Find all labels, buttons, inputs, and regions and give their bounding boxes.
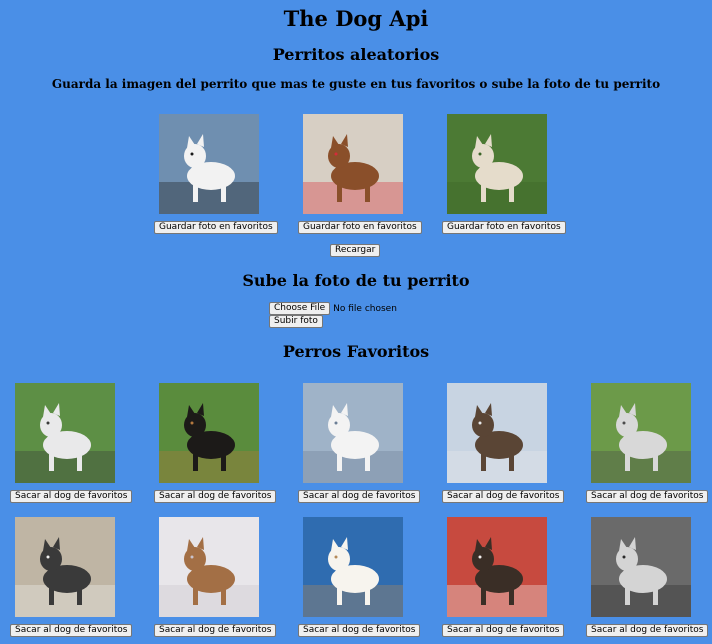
favorite-dog-card: Sacar al dog de favoritos <box>442 517 565 637</box>
dog-photo-dog-running-snow <box>159 517 259 617</box>
dog-photo-black-fluffy-dog <box>159 383 259 483</box>
dog-photo-samoyed-sky <box>303 517 403 617</box>
remove-favorite-button[interactable]: Sacar al dog de favoritos <box>154 624 277 637</box>
remove-favorite-button[interactable]: Sacar al dog de favoritos <box>10 624 133 637</box>
dog-photo-husky-lying-floor <box>15 517 115 617</box>
save-favorite-button[interactable]: Guardar foto en favoritos <box>298 221 422 234</box>
dog-photo-border-collie-agility <box>303 114 403 214</box>
dog-photo-setter-mountains <box>159 114 259 214</box>
dog-photo <box>303 114 403 214</box>
dog-photo <box>159 383 259 483</box>
page-title: The Dog Api <box>283 6 429 31</box>
dog-photo-husky-standing <box>591 383 691 483</box>
upload-form: Choose File No file chosen Subir foto <box>269 302 397 328</box>
favorite-dog-card: Sacar al dog de favoritos <box>10 383 133 503</box>
dog-photo-malamute-snow <box>447 383 547 483</box>
save-favorite-button[interactable]: Guardar foto en favoritos <box>442 221 566 234</box>
favorite-dog-card: Sacar al dog de favoritos <box>10 517 133 637</box>
favorites-heading: Perros Favoritos <box>282 342 430 361</box>
favorite-dog-card: Sacar al dog de favoritos <box>154 383 277 503</box>
dog-photo-pitbull-bw <box>591 517 691 617</box>
remove-favorite-button[interactable]: Sacar al dog de favoritos <box>154 490 277 503</box>
remove-favorite-button[interactable]: Sacar al dog de favoritos <box>442 624 565 637</box>
dog-photo-cream-dog-grass <box>447 114 547 214</box>
dog-photo-border-collie-sign <box>447 517 547 617</box>
dog-photo-white-dog-snow <box>303 383 403 483</box>
remove-favorite-button[interactable]: Sacar al dog de favoritos <box>586 624 709 637</box>
page-description: Guarda la imagen del perrito que mas te … <box>51 77 661 91</box>
favorite-dog-card: Sacar al dog de favoritos <box>298 517 421 637</box>
favorite-dog-card: Sacar al dog de favoritos <box>586 517 709 637</box>
favorite-dog-card: Sacar al dog de favoritos <box>298 383 421 503</box>
favorite-dog-card: Sacar al dog de favoritos <box>442 383 565 503</box>
random-dog-card: Guardar foto en favoritos <box>298 114 422 234</box>
remove-favorite-button[interactable]: Sacar al dog de favoritos <box>10 490 133 503</box>
upload-heading: Sube la foto de tu perrito <box>242 271 470 290</box>
dog-photo <box>159 114 259 214</box>
dog-photo <box>447 383 547 483</box>
random-dog-card: Guardar foto en favoritos <box>442 114 566 234</box>
dog-photo <box>15 383 115 483</box>
upload-photo-button[interactable]: Subir foto <box>269 315 323 328</box>
random-dog-card: Guardar foto en favoritos <box>154 114 278 234</box>
file-status-text: No file chosen <box>333 303 397 314</box>
dog-photo <box>447 114 547 214</box>
dog-photo <box>591 383 691 483</box>
dog-photo <box>15 517 115 617</box>
choose-file-button[interactable]: Choose File <box>269 302 331 315</box>
remove-favorite-button[interactable]: Sacar al dog de favoritos <box>442 490 565 503</box>
dog-photo <box>447 517 547 617</box>
save-favorite-button[interactable]: Guardar foto en favoritos <box>154 221 278 234</box>
favorite-dog-card: Sacar al dog de favoritos <box>154 517 277 637</box>
favorite-dog-card: Sacar al dog de favoritos <box>586 383 709 503</box>
dog-photo <box>159 517 259 617</box>
remove-favorite-button[interactable]: Sacar al dog de favoritos <box>586 490 709 503</box>
dog-photo <box>303 517 403 617</box>
remove-favorite-button[interactable]: Sacar al dog de favoritos <box>298 624 421 637</box>
dog-photo-husky-lying-grass <box>15 383 115 483</box>
reload-button[interactable]: Recargar <box>330 244 381 257</box>
dog-photo <box>591 517 691 617</box>
remove-favorite-button[interactable]: Sacar al dog de favoritos <box>298 490 421 503</box>
dog-photo <box>303 383 403 483</box>
random-dogs-heading: Perritos aleatorios <box>272 45 440 64</box>
